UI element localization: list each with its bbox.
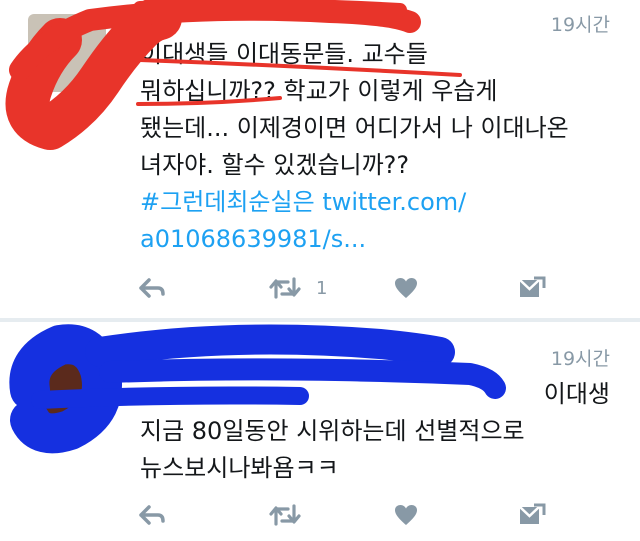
- retweet-button[interactable]: [268, 500, 302, 530]
- dm-button[interactable]: [518, 500, 546, 530]
- tweet-text-line: 됐는데... 이제경이면 어디가서 나 이대나온: [140, 114, 569, 142]
- tweet-text-line: 지금 80일동안 시위하는데 선별적으로: [140, 417, 525, 445]
- like-icon: [395, 278, 417, 298]
- dm-icon: [519, 276, 546, 297]
- tweet-actions: [0, 500, 640, 530]
- like-icon: [395, 505, 417, 525]
- reply-icon: [139, 505, 165, 525]
- dm-icon: [519, 503, 546, 524]
- tweet-text-line: 녀자야. 할수 있겠습니까??: [140, 151, 410, 179]
- tweet-text: 이대생들 이대동문들. 교수들 뭐하십니까?? 학교가 이렇게 우습게 됐는데.…: [140, 36, 610, 258]
- tweet-actions: 1: [0, 273, 640, 303]
- tweet-card[interactable]: 19시간 이대생들 이대동문들. 교수들 뭐하십니까?? 학교가 이렇게 우습게…: [0, 0, 640, 318]
- reply-button[interactable]: [138, 500, 166, 530]
- retweet-icon: [269, 277, 301, 299]
- url-link[interactable]: twitter.com/: [322, 188, 466, 216]
- tweet-card[interactable]: 19시간 이대생 지금 80일동안 시위하는데 선별적으로 뉴스보시나봐욤ㅋㅋ: [0, 322, 640, 541]
- retweet-count: 1: [316, 277, 328, 299]
- avatar[interactable]: [28, 14, 106, 92]
- like-button[interactable]: [394, 500, 418, 530]
- url-link-continued[interactable]: a01068639981/s...: [140, 221, 610, 258]
- tweet-text-line: 이대생들 이대동문들. 교수들: [140, 40, 428, 68]
- tweet-timestamp[interactable]: 19시간: [551, 344, 610, 371]
- like-button[interactable]: [394, 273, 418, 303]
- mention-tail: 이대생: [543, 380, 610, 408]
- reply-button[interactable]: [138, 273, 166, 303]
- dm-button[interactable]: [518, 273, 546, 303]
- tweet-text-line: 뭐하십니까?? 학교가 이렇게 우습게: [140, 77, 498, 105]
- hashtag-link[interactable]: #그런데최순실은: [140, 188, 315, 216]
- retweet-icon: [269, 504, 301, 526]
- tweet-text: 이대생 지금 80일동안 시위하는데 선별적으로 뉴스보시나봐욤ㅋㅋ: [140, 376, 610, 487]
- reply-icon: [139, 278, 165, 298]
- retweet-button[interactable]: 1: [268, 273, 327, 303]
- avatar[interactable]: [28, 344, 106, 422]
- tweet-text-line: 뉴스보시나봐욤ㅋㅋ: [140, 454, 339, 482]
- tweet-timestamp[interactable]: 19시간: [551, 10, 610, 37]
